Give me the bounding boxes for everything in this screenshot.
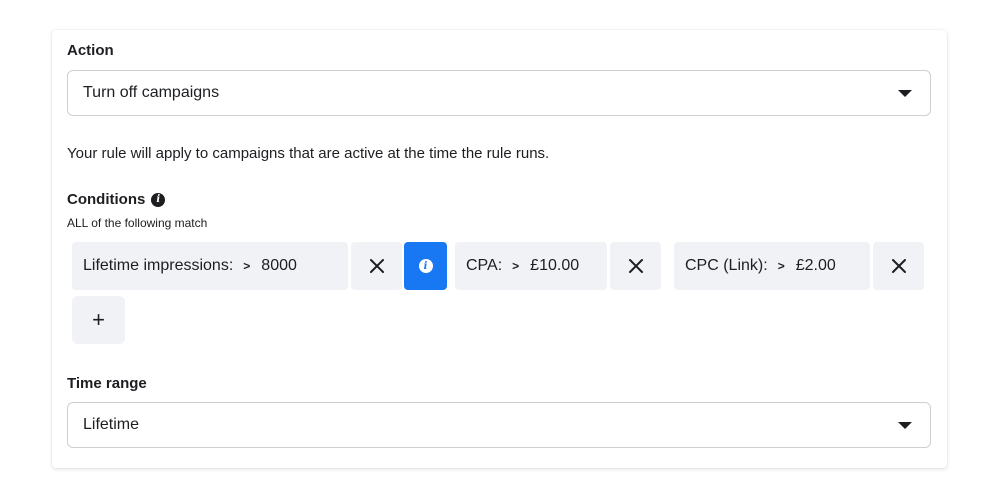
remove-condition-button[interactable] bbox=[610, 242, 661, 290]
condition-value: £2.00 bbox=[795, 257, 836, 274]
close-icon bbox=[369, 259, 384, 273]
condition-operator: > bbox=[512, 259, 520, 273]
time-range-selected-value: Lifetime bbox=[83, 416, 140, 433]
add-condition-button[interactable]: + bbox=[72, 296, 125, 344]
close-icon bbox=[891, 259, 906, 273]
condition-metric: CPA: bbox=[466, 257, 503, 274]
caret-down-icon bbox=[898, 422, 912, 429]
condition-info-button[interactable]: i bbox=[404, 242, 447, 290]
condition-chip-cpc-link[interactable]: CPC (Link): > £2.00 bbox=[674, 242, 870, 290]
condition-metric: Lifetime impressions: bbox=[83, 257, 234, 274]
action-selected-value: Turn off campaigns bbox=[83, 84, 220, 101]
condition-value: £10.00 bbox=[530, 257, 580, 274]
condition-value: 8000 bbox=[261, 257, 297, 274]
rule-settings-card: Action Turn off campaigns Your rule will… bbox=[52, 30, 947, 468]
rule-scope-note: Your rule will apply to campaigns that a… bbox=[67, 145, 550, 162]
condition-chip-lifetime-impressions[interactable]: Lifetime impressions: > 8000 bbox=[72, 242, 348, 290]
remove-condition-button[interactable] bbox=[873, 242, 924, 290]
conditions-title: Conditions bbox=[67, 191, 146, 208]
plus-icon: + bbox=[92, 307, 105, 332]
condition-operator: > bbox=[243, 259, 251, 273]
time-range-label: Time range bbox=[67, 375, 147, 392]
conditions-match-mode: ALL of the following match bbox=[67, 216, 208, 230]
info-icon: i bbox=[418, 259, 433, 273]
remove-condition-button[interactable] bbox=[351, 242, 402, 290]
condition-metric: CPC (Link): bbox=[685, 257, 768, 274]
condition-chip-cpa[interactable]: CPA: > £10.00 bbox=[455, 242, 607, 290]
action-label: Action bbox=[67, 42, 114, 59]
condition-operator: > bbox=[777, 259, 785, 273]
caret-down-icon bbox=[898, 90, 912, 97]
conditions-heading: Conditions i bbox=[67, 191, 166, 208]
time-range-select[interactable]: Lifetime bbox=[67, 402, 931, 448]
info-icon[interactable]: i bbox=[151, 192, 166, 207]
close-icon bbox=[628, 259, 643, 273]
action-select[interactable]: Turn off campaigns bbox=[67, 70, 931, 116]
